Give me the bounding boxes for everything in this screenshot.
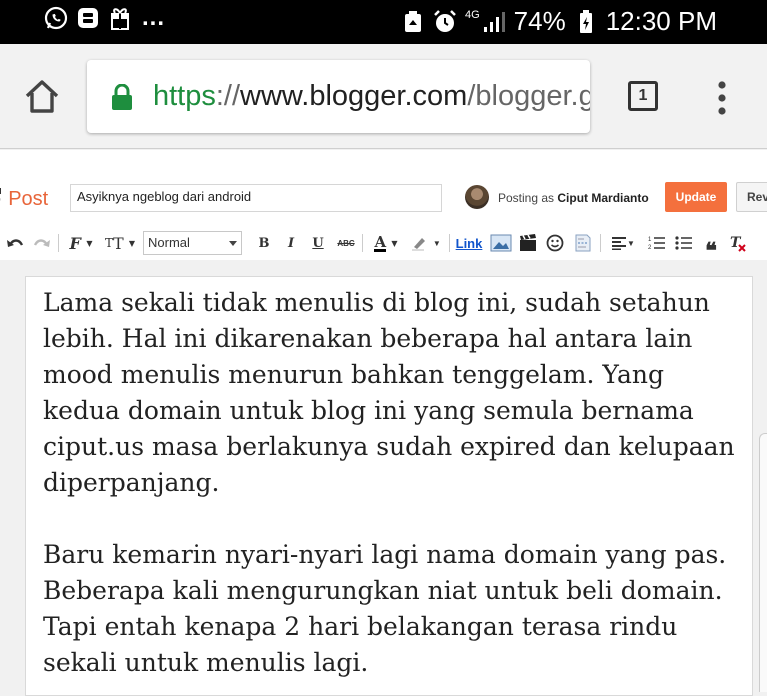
b-badge-icon (76, 6, 100, 30)
whatsapp-icon (44, 6, 68, 30)
url-path: /blogger.g (467, 80, 590, 112)
bold-button[interactable]: B (256, 232, 272, 254)
notification-icons: ... (44, 6, 165, 30)
editor-scrollbar[interactable] (759, 433, 767, 692)
gift-icon (108, 6, 132, 30)
tab-switcher-button[interactable]: 1 (628, 81, 658, 111)
toolbar-divider (362, 234, 363, 252)
highlight-color-button[interactable]: ▼ (409, 232, 443, 254)
clock: 12:30 PM (605, 6, 717, 36)
formatting-buttons: B I U ABC A ▼ ▼ Link ▼ 12 ❝ T (0, 226, 767, 264)
lock-icon[interactable] (111, 83, 133, 115)
italic-button[interactable]: I (283, 232, 299, 254)
signal-icon (482, 10, 506, 34)
battery-icon (574, 9, 598, 34)
revert-button[interactable]: Reve (736, 182, 767, 212)
chevron-down-icon: ▼ (391, 238, 398, 248)
home-icon[interactable] (22, 77, 62, 117)
underline-button[interactable]: U (310, 232, 326, 254)
url-host: www.blogger.com (240, 80, 468, 112)
more-notifications: ... (142, 4, 166, 31)
insert-image-icon[interactable] (489, 232, 513, 254)
insert-video-icon[interactable] (517, 232, 539, 254)
url-separator: :// (215, 80, 241, 112)
author-name: Ciput Mardianto (557, 191, 649, 205)
svg-text:1: 1 (648, 237, 652, 243)
highlighter-icon (412, 238, 426, 251)
insert-jump-break-icon[interactable] (572, 232, 594, 254)
posting-as-label: Posting as Ciput Mardianto (498, 191, 649, 205)
strikethrough-button[interactable]: ABC (335, 232, 357, 254)
text-color-letter: A (374, 232, 387, 252)
update-button[interactable]: Update (665, 182, 727, 212)
system-icons: 4G 74% 12:30 PM (401, 6, 717, 37)
text-color-button[interactable]: A ▼ (369, 232, 403, 254)
breadcrumb-post[interactable]: Post (8, 188, 48, 210)
svg-text:2: 2 (648, 245, 652, 251)
browser-toolbar: https://www.blogger.com/blogger.g 1 (0, 44, 767, 149)
status-bar: ... 4G 74% 12:30 PM (0, 0, 767, 44)
toolbar-divider (449, 234, 450, 252)
recycle-icon (401, 10, 425, 34)
quote-icon[interactable]: ❝ (701, 232, 721, 264)
toolbar-divider (600, 234, 601, 252)
chevron-down-icon: ▼ (627, 238, 635, 248)
align-left-icon (612, 237, 627, 250)
post-paragraph-1[interactable]: Lama sekali tidak menulis di blog ini, s… (43, 285, 743, 501)
insert-emoji-icon[interactable] (544, 232, 566, 254)
alarm-icon (433, 9, 457, 34)
posting-as-prefix: Posting as (498, 191, 558, 205)
clear-formatting-icon[interactable]: T (728, 232, 748, 254)
overflow-menu-icon[interactable] (712, 78, 732, 118)
network-type: 4G (464, 9, 480, 21)
breadcrumb-separator: · (0, 188, 8, 210)
address-bar[interactable]: https://www.blogger.com/blogger.g (87, 60, 590, 133)
chevron-down-icon: ▼ (432, 238, 441, 248)
url-text[interactable]: https://www.blogger.com/blogger.g (153, 80, 590, 113)
link-button[interactable]: Link (455, 232, 483, 254)
align-button[interactable]: ▼ (608, 232, 638, 254)
post-title-input[interactable]: Asyiknya ngeblog dari android (70, 184, 442, 212)
battery-percent: 74% (513, 6, 566, 36)
post-paragraph-2[interactable]: Baru kemarin nyari-nyari lagi nama domai… (43, 537, 743, 681)
numbered-list-icon[interactable]: 12 (647, 232, 667, 254)
breadcrumb[interactable]: · Post (0, 188, 48, 211)
url-scheme: https (153, 80, 216, 112)
bulleted-list-icon[interactable] (674, 232, 694, 254)
avatar[interactable] (465, 185, 489, 209)
